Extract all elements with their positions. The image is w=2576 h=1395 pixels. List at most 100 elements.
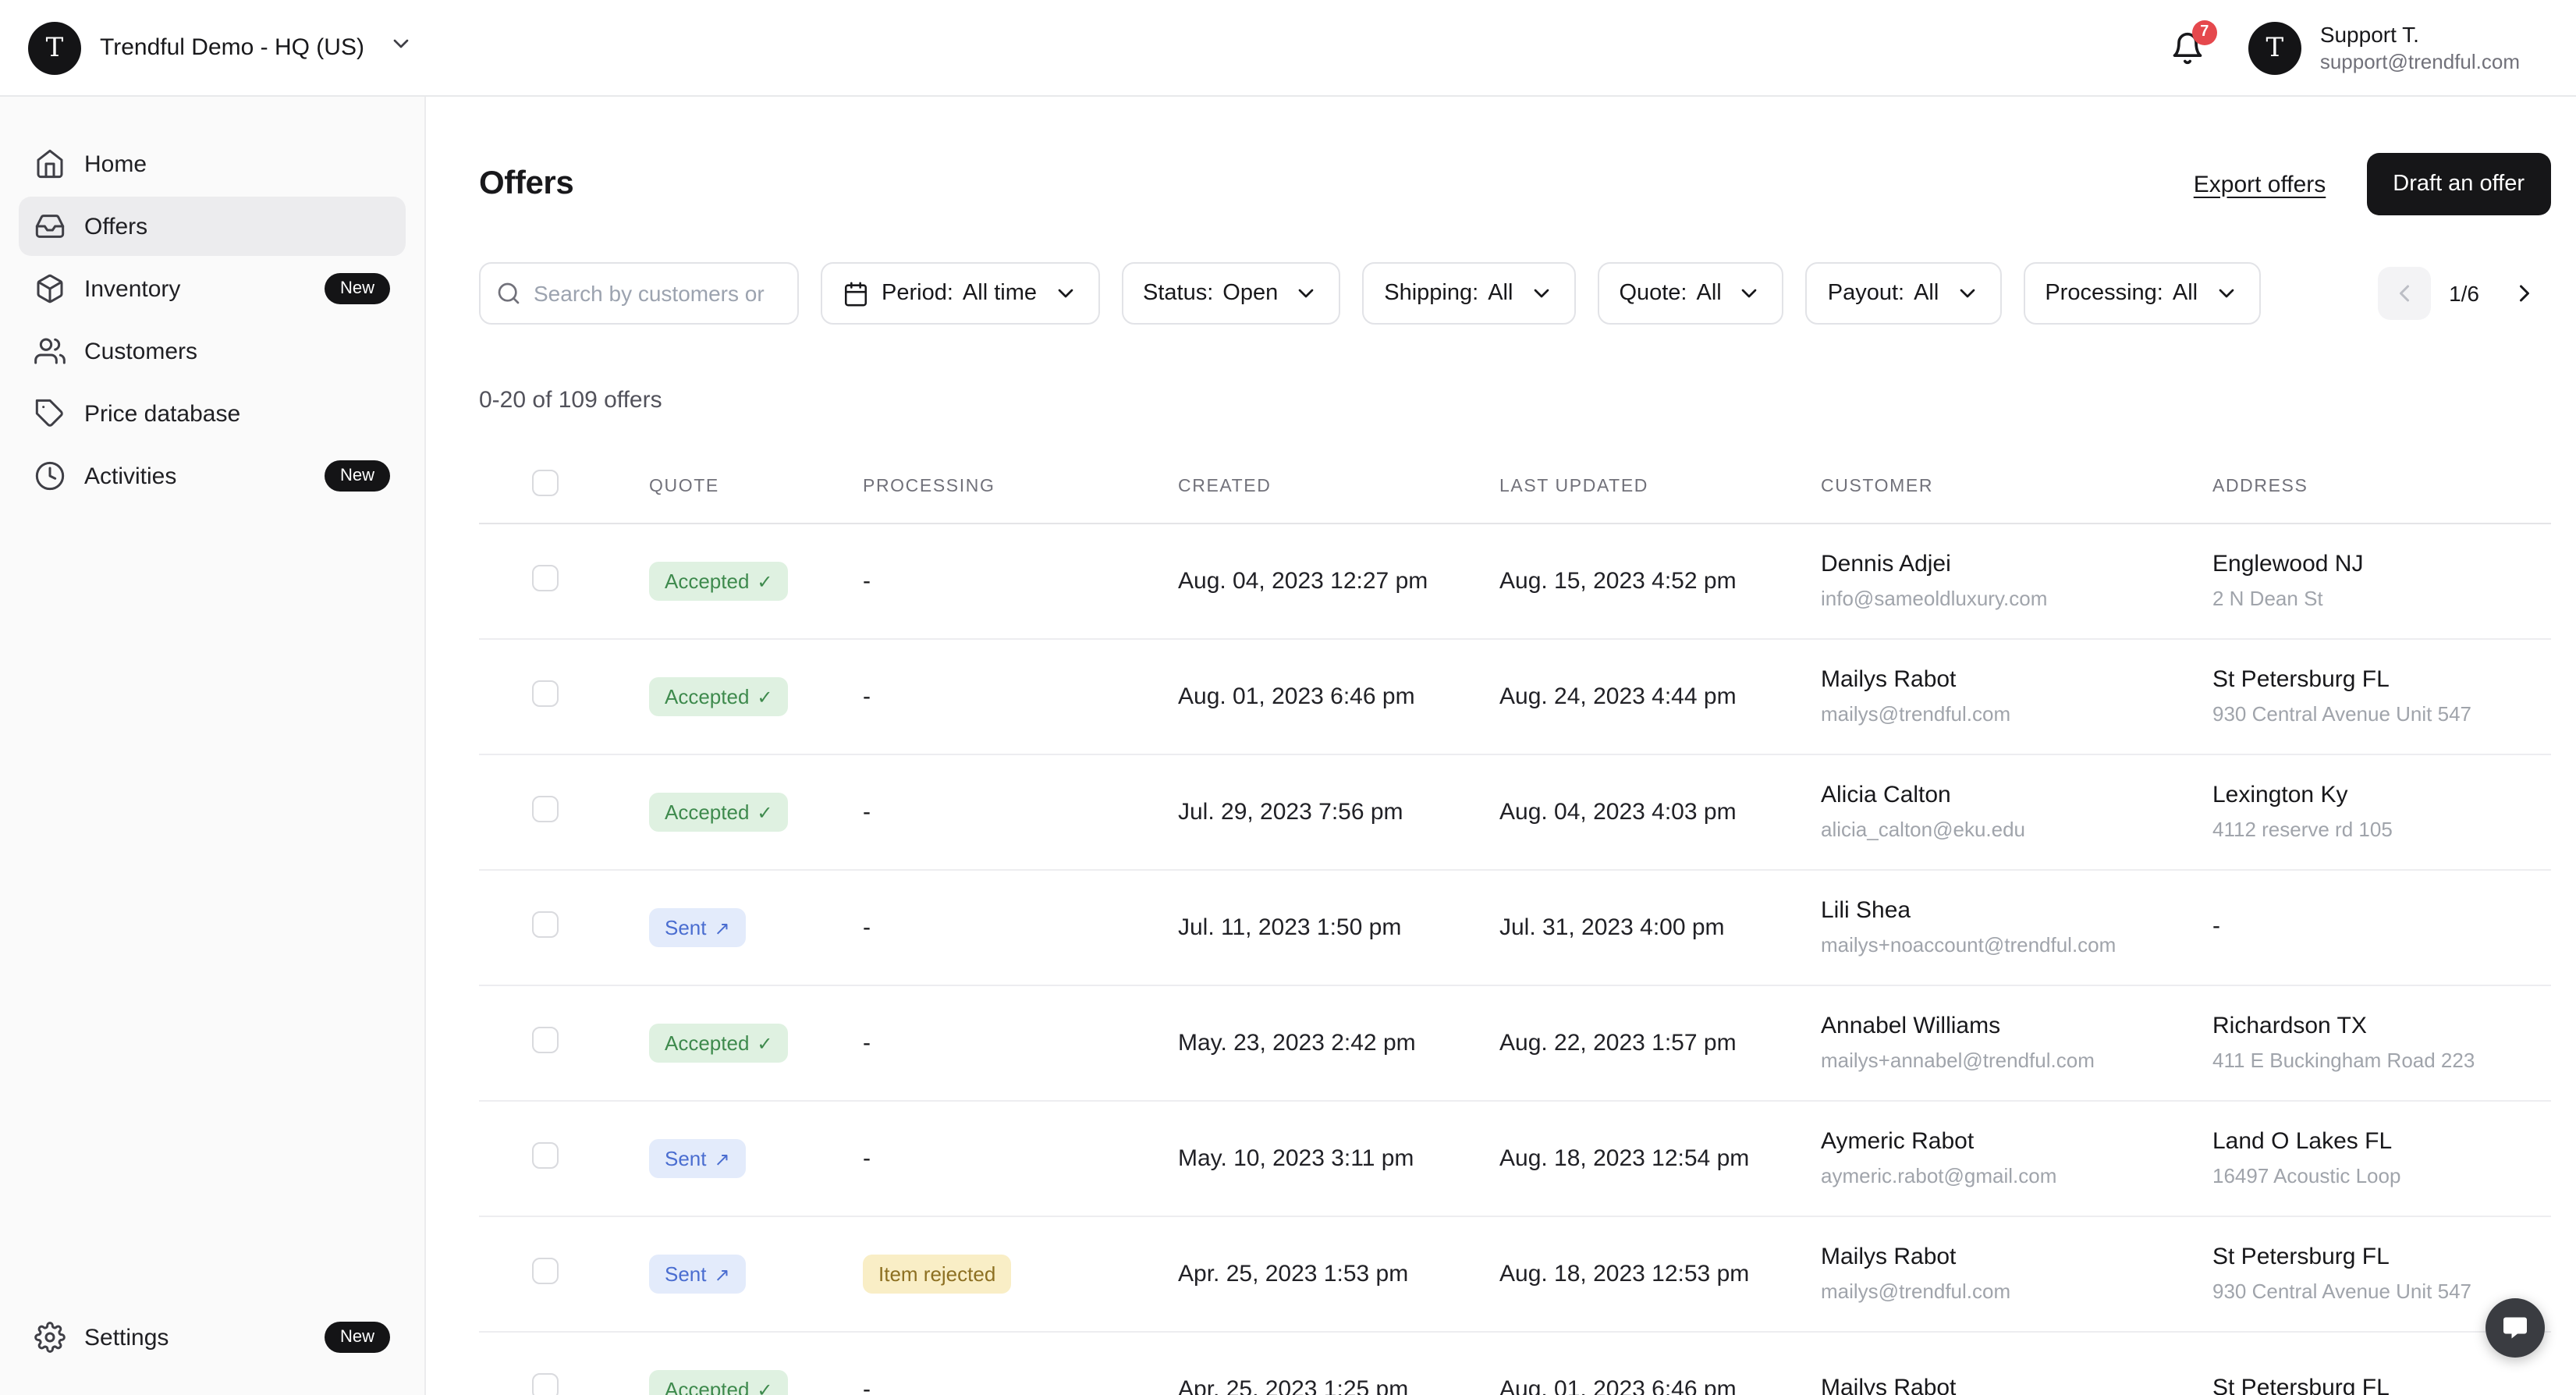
new-badge: New bbox=[325, 1322, 390, 1353]
row-checkbox[interactable] bbox=[532, 1141, 559, 1168]
user-menu[interactable]: T Support T. support@trendful.com bbox=[2248, 21, 2520, 74]
pagination-next-button[interactable] bbox=[2498, 267, 2551, 320]
table-row[interactable]: Sent↗ Item rejected Apr. 25, 2023 1:53 p… bbox=[479, 1217, 2551, 1333]
filter-processing[interactable]: Processing: All bbox=[2023, 262, 2260, 325]
calendar-icon bbox=[843, 280, 869, 307]
quote-badge: Accepted✓ bbox=[649, 677, 789, 716]
sidebar-item-price-database[interactable]: Price database bbox=[19, 384, 406, 443]
notifications-button[interactable]: 7 bbox=[2167, 27, 2208, 68]
customer-name: Mailys Rabot bbox=[1821, 666, 2212, 698]
search-icon bbox=[496, 281, 521, 306]
customer-name: Mailys Rabot bbox=[1821, 1243, 2212, 1275]
sidebar-item-offers[interactable]: Offers bbox=[19, 197, 406, 256]
users-icon bbox=[34, 335, 66, 367]
address-city: St Petersburg FL bbox=[2212, 1243, 2551, 1275]
export-offers-link[interactable]: Export offers bbox=[2194, 171, 2326, 197]
user-meta: Support T. support@trendful.com bbox=[2320, 22, 2520, 73]
sidebar-item-activities[interactable]: Activities New bbox=[19, 446, 406, 506]
chevron-down-icon bbox=[1954, 281, 1979, 306]
quote-status-icon: ✓ bbox=[757, 1034, 772, 1052]
chevron-left-icon bbox=[2390, 279, 2418, 307]
package-icon bbox=[34, 273, 66, 304]
gear-icon bbox=[34, 1322, 66, 1353]
row-checkbox[interactable] bbox=[532, 1372, 559, 1395]
topbar: T Trendful Demo - HQ (US) 7 T Support T.… bbox=[0, 0, 2576, 97]
filter-quote[interactable]: Quote: All bbox=[1597, 262, 1783, 325]
sidebar-item-label: Home bbox=[84, 151, 390, 177]
table-row[interactable]: Accepted✓ - Jul. 29, 2023 7:56 pm Aug. 0… bbox=[479, 755, 2551, 871]
processing-status: - bbox=[863, 914, 871, 940]
customer-name: Aymeric Rabot bbox=[1821, 1127, 2212, 1159]
filter-payout[interactable]: Payout: All bbox=[1806, 262, 2002, 325]
home-icon bbox=[34, 148, 66, 179]
search-input[interactable] bbox=[479, 262, 799, 325]
sidebar-item-home[interactable]: Home bbox=[19, 134, 406, 193]
address-street: 411 E Buckingham Road 223 bbox=[2212, 1048, 2551, 1074]
processing-status: - bbox=[863, 1375, 871, 1395]
pagination-prev-button[interactable] bbox=[2377, 267, 2430, 320]
processing-status: - bbox=[863, 1029, 871, 1056]
draft-offer-button[interactable]: Draft an offer bbox=[2366, 153, 2551, 215]
customer-name: Annabel Williams bbox=[1821, 1012, 2212, 1044]
last-updated-at: Jul. 31, 2023 4:00 pm bbox=[1499, 914, 1821, 941]
created-at: Apr. 25, 2023 1:25 pm bbox=[1178, 1376, 1499, 1395]
chevron-down-icon bbox=[2213, 281, 2238, 306]
customer-email: mailys+annabel@trendful.com bbox=[1821, 1048, 2212, 1074]
processing-status: - bbox=[863, 567, 871, 594]
search-box bbox=[479, 262, 799, 325]
workspace-switcher[interactable]: T Trendful Demo - HQ (US) bbox=[28, 21, 414, 74]
user-name: Support T. bbox=[2320, 22, 2520, 47]
last-updated-at: Aug. 18, 2023 12:54 pm bbox=[1499, 1145, 1821, 1172]
address-city: Richardson TX bbox=[2212, 1012, 2551, 1044]
quote-badge: Sent↗ bbox=[649, 1255, 746, 1294]
table-row[interactable]: Sent↗ - Jul. 11, 2023 1:50 pm Jul. 31, 2… bbox=[479, 871, 2551, 986]
sidebar-item-label: Activities bbox=[84, 463, 306, 489]
sidebar-item-inventory[interactable]: Inventory New bbox=[19, 259, 406, 318]
row-checkbox[interactable] bbox=[532, 910, 559, 937]
filter-status[interactable]: Status: Open bbox=[1121, 262, 1340, 325]
table-row[interactable]: Accepted✓ - Apr. 25, 2023 1:25 pm Aug. 0… bbox=[479, 1333, 2551, 1395]
table-row[interactable]: Accepted✓ - Aug. 04, 2023 12:27 pm Aug. … bbox=[479, 524, 2551, 640]
last-updated-at: Aug. 24, 2023 4:44 pm bbox=[1499, 683, 1821, 710]
row-checkbox[interactable] bbox=[532, 680, 559, 706]
chevron-right-icon bbox=[2510, 279, 2539, 307]
quote-badge: Accepted✓ bbox=[649, 562, 789, 601]
row-checkbox[interactable] bbox=[532, 1026, 559, 1052]
table-header: Quote Processing Created Last updated Cu… bbox=[479, 449, 2551, 524]
quote-status-icon: ↗ bbox=[715, 1149, 730, 1168]
sidebar-item-settings[interactable]: Settings New bbox=[19, 1308, 406, 1367]
column-header-last-updated: Last updated bbox=[1499, 477, 1821, 495]
quote-badge: Sent↗ bbox=[649, 908, 746, 947]
inbox-icon bbox=[34, 211, 66, 242]
chevron-down-icon bbox=[1737, 281, 1762, 306]
quote-status-icon: ✓ bbox=[757, 687, 772, 706]
chat-launcher-button[interactable] bbox=[2486, 1298, 2545, 1358]
sidebar-item-customers[interactable]: Customers bbox=[19, 321, 406, 381]
row-checkbox[interactable] bbox=[532, 564, 559, 591]
table-row[interactable]: Accepted✓ - Aug. 01, 2023 6:46 pm Aug. 2… bbox=[479, 640, 2551, 755]
address-city: Land O Lakes FL bbox=[2212, 1127, 2551, 1159]
address-street: 16497 Acoustic Loop bbox=[2212, 1163, 2551, 1190]
customer-name: Mailys Rabot bbox=[1821, 1374, 2212, 1395]
last-updated-at: Aug. 15, 2023 4:52 pm bbox=[1499, 568, 1821, 595]
created-at: Aug. 04, 2023 12:27 pm bbox=[1178, 568, 1499, 595]
column-header-customer: Customer bbox=[1821, 477, 2212, 495]
sidebar-item-label: Customers bbox=[84, 338, 390, 364]
filter-shipping[interactable]: Shipping: All bbox=[1362, 262, 1575, 325]
pagination-label: 1/6 bbox=[2449, 281, 2479, 306]
table-row[interactable]: Sent↗ - May. 10, 2023 3:11 pm Aug. 18, 2… bbox=[479, 1102, 2551, 1217]
app-logo: T bbox=[28, 21, 81, 74]
table-row[interactable]: Accepted✓ - May. 23, 2023 2:42 pm Aug. 2… bbox=[479, 986, 2551, 1102]
quote-status-icon: ✓ bbox=[757, 572, 772, 591]
customer-email: info@sameoldluxury.com bbox=[1821, 586, 2212, 612]
new-badge: New bbox=[325, 273, 390, 304]
created-at: Aug. 01, 2023 6:46 pm bbox=[1178, 683, 1499, 710]
row-checkbox[interactable] bbox=[532, 1257, 559, 1283]
select-all-checkbox[interactable] bbox=[532, 469, 559, 495]
row-checkbox[interactable] bbox=[532, 795, 559, 822]
chevron-down-icon bbox=[1293, 281, 1318, 306]
quote-status-icon: ✓ bbox=[757, 1380, 772, 1395]
filter-period[interactable]: Period: All time bbox=[821, 262, 1099, 325]
address-city: St Petersburg FL bbox=[2212, 666, 2551, 698]
quote-badge: Accepted✓ bbox=[649, 1370, 789, 1395]
